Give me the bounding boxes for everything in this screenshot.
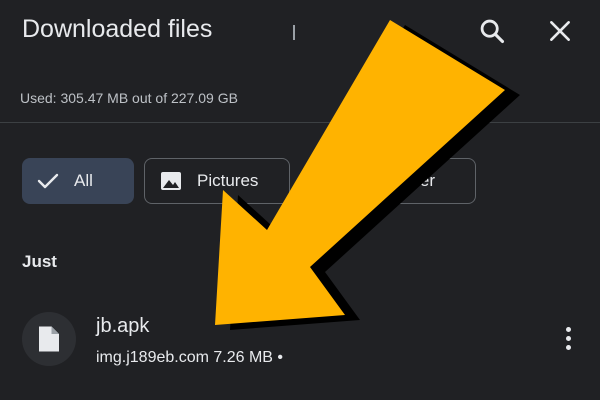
header-separator [0,122,600,123]
page-title: Downloaded files [22,15,213,43]
file-name: jb.apk [96,315,150,337]
file-icon [22,312,76,366]
filter-chip-pictures[interactable]: Pictures [144,158,290,204]
filter-chip-other-label: er [419,171,435,190]
search-icon [480,19,505,44]
search-button[interactable] [472,11,512,51]
filter-chip-all-label: All [74,171,93,190]
more-vert-icon-dot [565,335,571,341]
close-icon [550,21,570,41]
more-vert-icon [565,326,571,332]
app-header: Downloaded files [0,0,600,60]
file-meta: img.j189eb.com 7.26 MB • [96,349,284,366]
close-button[interactable] [540,11,580,51]
header-divider [293,25,295,40]
filter-chips: All Pictures er [22,158,582,208]
check-icon [36,169,60,193]
filter-chip-all[interactable]: All [22,158,134,204]
list-item[interactable]: jb.apk img.j189eb.com 7.26 MB • [0,300,600,380]
filter-chip-other[interactable]: er [306,158,476,204]
section-header: Just [22,252,57,271]
more-options-button[interactable] [552,320,584,356]
image-icon [159,169,183,193]
more-vert-icon-dot [565,344,571,350]
storage-usage-text: Used: 305.47 MB out of 227.09 GB [20,90,238,106]
filter-chip-pictures-label: Pictures [197,171,259,190]
